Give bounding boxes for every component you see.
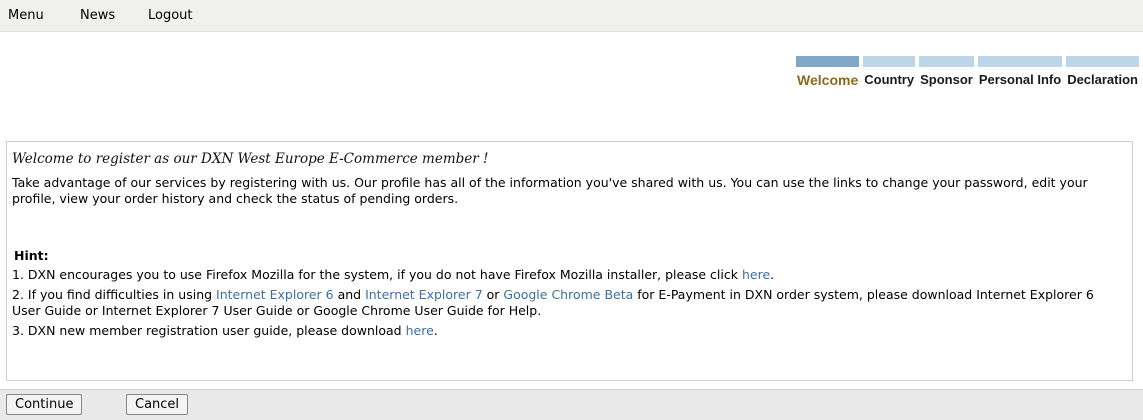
step-welcome-label: Welcome (797, 72, 859, 88)
hint-2-prefix: 2. If you find difficulties in using (12, 287, 217, 302)
step-welcome: Welcome (796, 56, 860, 88)
hint-2-and: and (333, 287, 366, 302)
hint-item-2: 2. If you find difficulties in using Int… (12, 287, 1122, 319)
intro-text: Take advantage of our services by regist… (12, 175, 1088, 206)
step-sponsor-bar (919, 56, 974, 67)
hint-title: Hint: (14, 248, 49, 263)
hint-item-3: 3. DXN new member registration user guid… (12, 323, 1122, 339)
hint-1-end: . (770, 267, 775, 282)
step-declaration-bar (1066, 56, 1139, 67)
hint-3-text: 3. DXN new member registration user guid… (12, 323, 406, 338)
nav-logout-link[interactable]: Logout (148, 8, 193, 23)
step-welcome-bar (796, 56, 860, 67)
continue-button[interactable]: Continue (6, 394, 83, 415)
step-declaration: Declaration (1066, 56, 1139, 88)
welcome-heading: Welcome to register as our DXN West Euro… (12, 151, 489, 167)
registration-steps: Welcome Country Sponsor Personal Info De… (796, 56, 1139, 88)
hint-item-1: 1. DXN encourages you to use Firefox Moz… (12, 267, 1122, 283)
nav-menu-link[interactable]: Menu (8, 8, 44, 23)
welcome-panel: Welcome to register as our DXN West Euro… (6, 141, 1133, 381)
chrome-beta-link[interactable]: Google Chrome Beta (503, 287, 633, 302)
step-country-bar (863, 56, 916, 67)
ie7-link[interactable]: Internet Explorer 7 (365, 287, 483, 302)
hint-1-text: 1. DXN encourages you to use Firefox Moz… (12, 267, 742, 282)
nav-news-link[interactable]: News (80, 8, 115, 23)
step-country-label: Country (864, 72, 915, 87)
action-bar: Continue Cancel (0, 389, 1143, 420)
cancel-button[interactable]: Cancel (126, 394, 189, 415)
top-nav-bar: Menu News Logout (0, 0, 1143, 32)
step-sponsor: Sponsor (919, 56, 974, 88)
step-country: Country (863, 56, 916, 88)
step-personal-info: Personal Info (977, 56, 1063, 88)
step-declaration-label: Declaration (1067, 72, 1138, 87)
step-personal-info-bar (977, 56, 1063, 67)
step-sponsor-label: Sponsor (920, 72, 973, 87)
hint-list: 1. DXN encourages you to use Firefox Moz… (12, 267, 1122, 343)
hint-3-end: . (433, 323, 438, 338)
user-guide-download-link[interactable]: here (406, 323, 434, 338)
step-personal-info-label: Personal Info (978, 72, 1062, 87)
hint-2-or: or (482, 287, 504, 302)
firefox-download-link[interactable]: here (742, 267, 770, 282)
ie6-link[interactable]: Internet Explorer 6 (216, 287, 334, 302)
